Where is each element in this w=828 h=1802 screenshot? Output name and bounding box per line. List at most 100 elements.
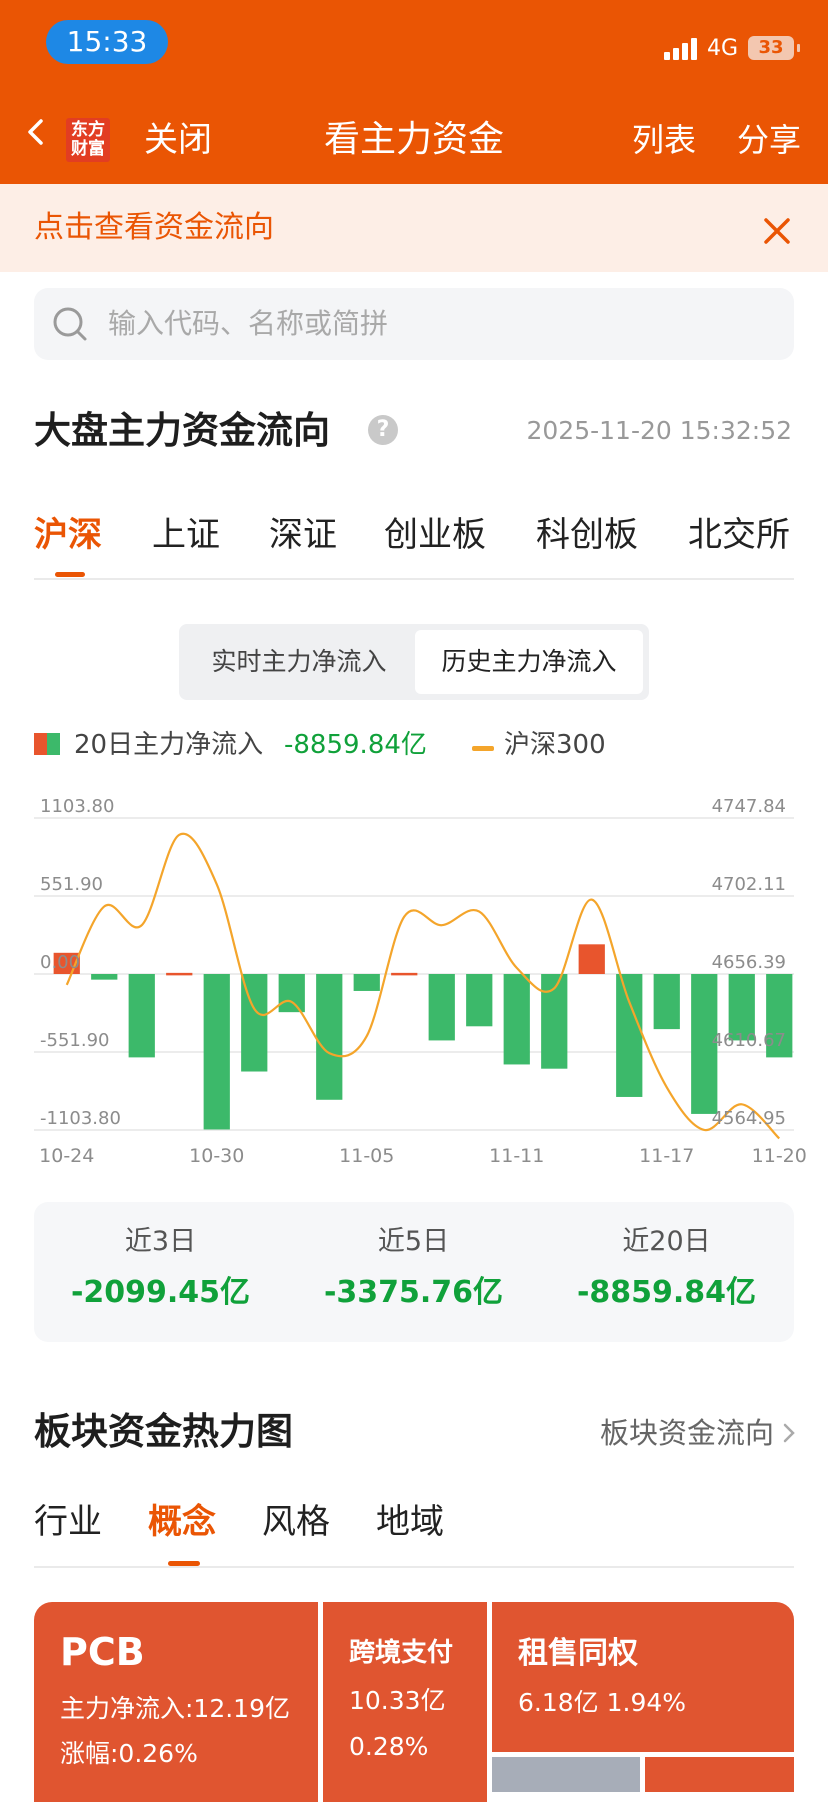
notice-text[interactable]: 点击查看资金流向: [34, 206, 274, 250]
flow-bar: [128, 974, 155, 1058]
help-icon[interactable]: ?: [368, 415, 398, 445]
legend-bar-label: 20日主力净流入: [74, 730, 264, 760]
flow-chart[interactable]: 1103.80 551.90 0.00 -551.90 -1103.80 4747.84 4…: [0, 780, 828, 1180]
tab-hushen[interactable]: 沪深: [34, 510, 102, 560]
tile-change: 0.28%: [349, 1732, 429, 1761]
tabs-divider: [34, 578, 794, 580]
stat-20day: 近20日 -8859.84亿: [540, 1222, 793, 1318]
summary-panel: 近3日 -2099.45亿 近5日 -3375.76亿 近20日 -8859.8…: [34, 1202, 794, 1342]
battery-level: 33: [758, 37, 784, 58]
stat-value: -8859.84亿: [576, 1275, 757, 1310]
legend-line-swatch: [472, 746, 494, 751]
x-axis-label: 10-24: [39, 1145, 94, 1167]
stat-3day: 近3日 -2099.45亿: [34, 1222, 287, 1318]
tab-concept[interactable]: 概念: [148, 1497, 216, 1547]
tab-star-market[interactable]: 科创板: [536, 510, 638, 560]
tile-inflow: 主力净流入:12.19亿: [60, 1694, 290, 1723]
x-axis-label: 11-05: [339, 1145, 394, 1167]
section-title-main-flow: 大盘主力资金流向: [34, 409, 330, 452]
tile-inflow: 6.18亿 1.94%: [518, 1688, 687, 1717]
x-axis-label: 10-30: [189, 1145, 244, 1167]
segment-realtime[interactable]: 实时主力净流入: [185, 630, 413, 694]
flow-bar: [278, 974, 305, 1013]
active-tab-indicator: [55, 572, 85, 577]
flow-bar: [203, 974, 230, 1130]
flow-bar: [428, 974, 455, 1041]
left-axis-tick: 0.00: [40, 952, 80, 973]
tile-change: 涨幅:0.26%: [60, 1739, 198, 1768]
tile-name: 跨境支付: [349, 1638, 454, 1668]
battery-icon: 33: [748, 36, 800, 60]
left-axis-tick: 1103.80: [40, 796, 114, 817]
list-button[interactable]: 列表: [632, 118, 696, 162]
heatmap-tile-cross-border-payment[interactable]: 跨境支付 10.33亿 0.28%: [323, 1602, 487, 1802]
signal-icon: [663, 36, 697, 60]
legend-line-label: 沪深300: [504, 730, 606, 760]
brand-logo: 东方 财富: [66, 118, 110, 162]
brand-line-1: 东方: [71, 120, 105, 140]
stat-value: -2099.45亿: [70, 1275, 251, 1310]
x-axis-label: 11-11: [489, 1145, 544, 1167]
heatmap-tile[interactable]: [492, 1757, 640, 1792]
flow-mode-switch: 实时主力净流入 历史主力净流入: [179, 624, 649, 700]
tab-chinext[interactable]: 创业板: [384, 510, 486, 560]
tile-name: PCB: [60, 1630, 145, 1674]
flow-bar: [166, 972, 193, 976]
back-arrow-icon[interactable]: [22, 118, 50, 146]
tab-style[interactable]: 风格: [262, 1497, 330, 1547]
tile-inflow: 10.33亿: [349, 1686, 446, 1715]
right-axis-tick: 4656.39: [712, 952, 786, 973]
heatmap-tile-rent-sale[interactable]: 租售同权 6.18亿 1.94%: [492, 1602, 794, 1752]
flow-bar: [353, 974, 380, 991]
brand-line-2: 财富: [71, 139, 105, 159]
right-axis-tick: 4564.95: [712, 1108, 786, 1129]
tab-shenzhen[interactable]: 深证: [269, 510, 337, 560]
right-axis-tick: 4702.11: [712, 874, 786, 895]
close-icon[interactable]: [762, 216, 792, 246]
search-placeholder: 输入代码、名称或简拼: [108, 307, 389, 340]
tile-name: 租售同权: [518, 1636, 638, 1671]
flow-bar: [653, 974, 680, 1030]
flow-bar: [578, 944, 605, 974]
share-button[interactable]: 分享: [737, 118, 801, 162]
x-axis-label: 11-20: [752, 1145, 807, 1167]
stat-label: 近5日: [377, 1226, 450, 1257]
search-icon: [53, 307, 87, 341]
close-button[interactable]: 关闭: [144, 118, 212, 162]
section-title-heatmap: 板块资金热力图: [34, 1410, 293, 1453]
tab-industry[interactable]: 行业: [34, 1497, 102, 1547]
tab-shanghai[interactable]: 上证: [152, 510, 220, 560]
segment-history[interactable]: 历史主力净流入: [415, 630, 643, 694]
left-axis-tick: 551.90: [40, 874, 103, 895]
page-title: 看主力资金: [323, 119, 504, 160]
legend-bar-swatch: [34, 733, 60, 755]
update-timestamp: 2025-11-20 15:32:52: [526, 416, 792, 445]
right-axis-tick: 4747.84: [712, 796, 786, 817]
flow-bar: [503, 974, 530, 1065]
app-header: 15:33 4G 33 东方 财富 关闭 看主力资金 列表 分享: [0, 0, 828, 184]
flow-bar: [466, 974, 493, 1027]
legend-bar-value: -8859.84亿: [284, 730, 427, 760]
search-input[interactable]: 输入代码、名称或简拼: [34, 288, 794, 360]
right-axis-tick: 4610.67: [712, 1030, 786, 1051]
left-axis-tick: -1103.80: [40, 1108, 121, 1129]
stat-5day: 近5日 -3375.76亿: [287, 1222, 540, 1318]
status-time: 15:33: [46, 20, 168, 64]
tab-region[interactable]: 地域: [376, 1497, 444, 1547]
flow-bar: [391, 972, 418, 976]
sector-flow-link[interactable]: 板块资金流向: [600, 1413, 774, 1453]
x-axis-label: 11-17: [639, 1145, 694, 1167]
notice-banner[interactable]: 点击查看资金流向: [0, 184, 828, 272]
status-indicators: 4G 33: [663, 30, 800, 66]
heatmap-tile-pcb[interactable]: PCB 主力净流入:12.19亿 涨幅:0.26%: [34, 1602, 318, 1802]
flow-bar: [316, 974, 343, 1100]
chevron-right-icon[interactable]: [780, 1422, 798, 1444]
stat-value: -3375.76亿: [323, 1275, 504, 1310]
heatmap-tile[interactable]: [645, 1757, 794, 1792]
flow-bar: [616, 974, 643, 1097]
tab-bse[interactable]: 北交所: [688, 510, 790, 560]
tabs-divider: [34, 1566, 794, 1568]
network-type: 4G: [706, 35, 738, 61]
stat-label: 近3日: [124, 1226, 197, 1257]
left-axis-tick: -551.90: [40, 1030, 109, 1051]
